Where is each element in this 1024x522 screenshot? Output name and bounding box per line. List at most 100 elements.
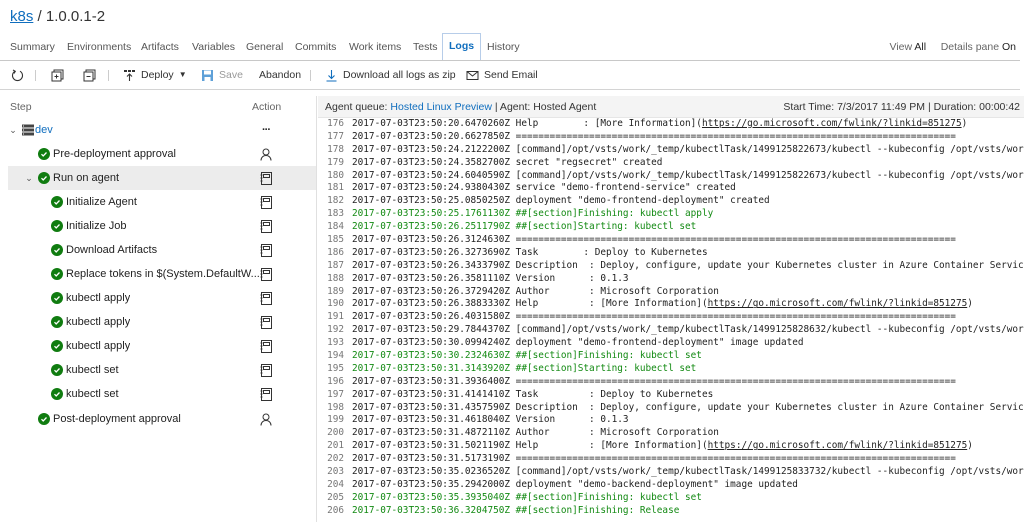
tab-general[interactable]: General: [246, 34, 283, 60]
chevron-down-icon[interactable]: ⌄: [8, 125, 18, 136]
step-row[interactable]: Post-deployment approval: [8, 407, 316, 431]
download-logs-button[interactable]: Download all logs as zip: [324, 62, 456, 88]
project-link[interactable]: k8s: [10, 8, 33, 25]
tab-logs[interactable]: Logs: [442, 33, 482, 60]
success-check-icon: [51, 292, 63, 304]
tab-history[interactable]: History: [487, 34, 520, 60]
details-pane-toggle[interactable]: On: [1002, 41, 1016, 53]
log-text: 2017-07-03T23:50:26.3433790Z Description…: [352, 259, 1024, 271]
log-link[interactable]: https://go.microsoft.com/fwlink/?linkid=…: [708, 440, 968, 451]
log-icon[interactable]: [258, 338, 274, 354]
refresh-button[interactable]: [10, 62, 24, 88]
view-options: View All Details pane On: [890, 34, 1017, 60]
step-row[interactable]: Download Artifacts: [8, 238, 316, 262]
line-number: 192: [327, 324, 344, 336]
line-number: 194: [327, 350, 344, 362]
step-label: Replace tokens in $(System.DefaultW...: [66, 268, 260, 280]
log-line: 189 2017-07-03T23:50:26.3729420Z Author :…: [318, 286, 1024, 299]
log-line: 179 2017-07-03T23:50:24.3582700Z secret "…: [318, 157, 1024, 170]
step-row-run-on-agent[interactable]: ⌄ Run on agent: [8, 166, 316, 190]
tab-artifacts[interactable]: Artifacts: [141, 34, 179, 60]
toolbar-separator: [108, 70, 109, 81]
log-line: 177 2017-07-03T23:50:20.6627850Z ========…: [318, 131, 1024, 144]
log-text: ): [967, 440, 973, 452]
step-row[interactable]: Replace tokens in $(System.DefaultW...: [8, 262, 316, 286]
view-filter-dropdown[interactable]: All: [914, 41, 926, 53]
save-button[interactable]: Save: [200, 62, 243, 88]
person-icon[interactable]: [258, 146, 274, 162]
tab-summary[interactable]: Summary: [10, 34, 55, 60]
tab-work-items[interactable]: Work items: [349, 34, 401, 60]
line-number: 176: [327, 118, 344, 129]
expand-all-icon: [50, 68, 64, 82]
log-icon[interactable]: [258, 218, 274, 234]
line-number: 184: [327, 221, 344, 233]
log-link[interactable]: https://go.microsoft.com/fwlink/?linkid=…: [702, 118, 962, 129]
abandon-label: Abandon: [259, 69, 302, 81]
mail-icon: [465, 68, 479, 82]
step-row[interactable]: Pre-deployment approval: [8, 142, 316, 166]
send-email-button[interactable]: Send Email: [465, 62, 538, 88]
log-icon[interactable]: [258, 266, 274, 282]
log-icon[interactable]: [258, 242, 274, 258]
environment-name[interactable]: dev: [35, 124, 53, 136]
more-icon[interactable]: ···: [258, 122, 274, 138]
agent-info-bar: Agent queue: Hosted Linux Preview | Agen…: [318, 96, 1024, 118]
chevron-down-icon[interactable]: ⌄: [24, 173, 34, 184]
line-number: 203: [327, 466, 344, 478]
log-text: 2017-07-03T23:50:24.9380430Z service "de…: [352, 182, 736, 194]
environment-icon: [22, 124, 34, 136]
log-icon[interactable]: [258, 290, 274, 306]
log-text: 2017-07-03T23:50:29.7844370Z [command]/o…: [352, 324, 1024, 336]
step-row[interactable]: kubectl set: [8, 358, 316, 382]
divider: [0, 89, 1020, 90]
step-label: Pre-deployment approval: [53, 148, 176, 160]
log-text: 2017-07-03T23:50:30.2324630Z ##[section]…: [352, 350, 702, 362]
log-link[interactable]: https://go.microsoft.com/fwlink/?linkid=…: [708, 298, 968, 309]
line-number: 199: [327, 414, 344, 426]
step-row[interactable]: kubectl apply: [8, 310, 316, 334]
step-label: kubectl set: [66, 364, 119, 376]
log-line: 195 2017-07-03T23:50:31.3143920Z ##[secti…: [318, 363, 1024, 376]
log-line: 178 2017-07-03T23:50:24.2122200Z [command…: [318, 144, 1024, 157]
log-icon[interactable]: [258, 314, 274, 330]
deploy-button[interactable]: Deploy ▼: [122, 62, 187, 88]
log-output[interactable]: 176 2017-07-03T23:50:20.6470260Z Help : […: [318, 118, 1024, 518]
log-line: 194 2017-07-03T23:50:30.2324630Z ##[secti…: [318, 350, 1024, 363]
step-label: kubectl apply: [66, 340, 131, 352]
step-label: kubectl set: [66, 388, 119, 400]
step-row[interactable]: kubectl set: [8, 382, 316, 406]
expand-all-button[interactable]: [50, 62, 64, 88]
abandon-button[interactable]: Abandon: [259, 62, 301, 88]
log-icon[interactable]: [258, 386, 274, 402]
log-line: 196 2017-07-03T23:50:31.3936400Z ========…: [318, 376, 1024, 389]
log-line: 203 2017-07-03T23:50:35.0236520Z [command…: [318, 466, 1024, 479]
success-check-icon: [51, 364, 63, 376]
log-text: 2017-07-03T23:50:20.6627850Z ===========…: [352, 130, 956, 142]
step-row[interactable]: Initialize Job: [8, 214, 316, 238]
tab-environments[interactable]: Environments: [67, 34, 131, 60]
line-number: 202: [327, 453, 344, 465]
log-icon[interactable]: [258, 362, 274, 378]
tab-commits[interactable]: Commits: [295, 34, 336, 60]
line-number: 186: [327, 246, 344, 258]
collapse-all-button[interactable]: [82, 62, 96, 88]
line-number: 197: [327, 388, 344, 400]
panel-splitter[interactable]: [316, 96, 317, 522]
log-line: 180 2017-07-03T23:50:24.6040590Z [command…: [318, 170, 1024, 183]
step-row[interactable]: kubectl apply: [8, 286, 316, 310]
log-icon[interactable]: [258, 194, 274, 210]
save-label: Save: [219, 69, 243, 81]
send-email-label: Send Email: [484, 69, 538, 81]
agent-queue-link[interactable]: Hosted Linux Preview: [390, 101, 492, 113]
person-icon[interactable]: [258, 411, 274, 427]
tab-variables[interactable]: Variables: [192, 34, 235, 60]
environment-row-dev[interactable]: ⌄ dev ···: [8, 118, 316, 142]
log-icon[interactable]: [258, 170, 274, 186]
tab-tests[interactable]: Tests: [413, 34, 438, 60]
line-number: 188: [327, 272, 344, 284]
log-panel: Agent queue: Hosted Linux Preview | Agen…: [318, 96, 1024, 522]
log-text: 2017-07-03T23:50:26.3273690Z Task : Depl…: [352, 246, 708, 258]
step-row[interactable]: Initialize Agent: [8, 190, 316, 214]
step-row[interactable]: kubectl apply: [8, 334, 316, 358]
